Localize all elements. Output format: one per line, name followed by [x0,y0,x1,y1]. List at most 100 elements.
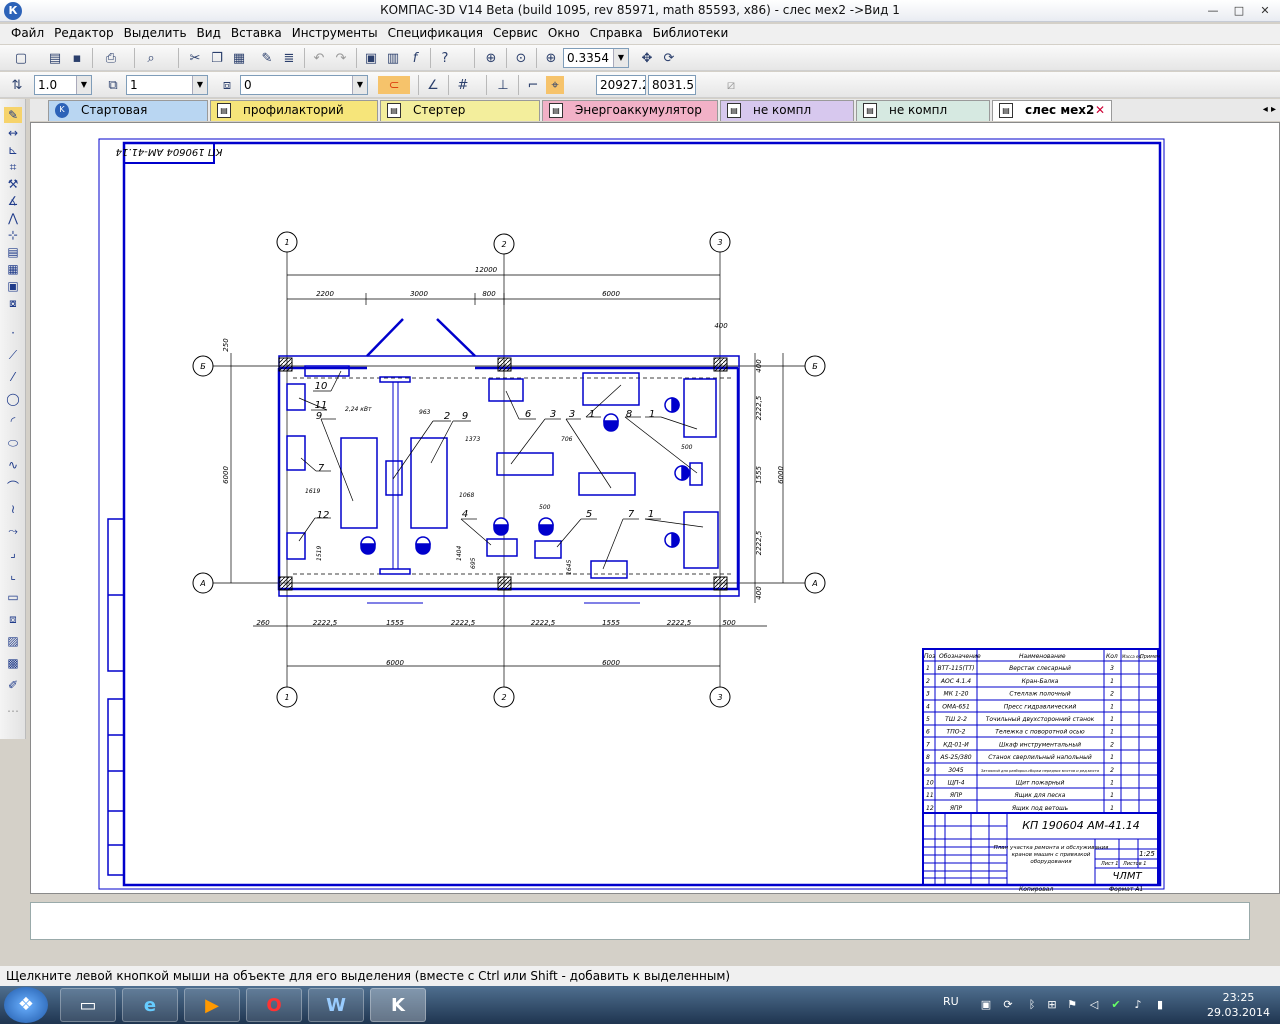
new-document-icon[interactable]: ▢ [12,49,30,67]
ie-icon[interactable]: e [122,988,178,1022]
line-style-icon[interactable]: ⇅ [8,76,26,94]
hatch-icon[interactable]: ▨ [4,633,22,649]
menu-view[interactable]: Вид [192,24,226,44]
step-icon[interactable]: ⧉ [104,76,122,94]
disabled-tool-icon[interactable]: ⧄ [722,76,740,94]
select-icon[interactable]: ⋀ [4,210,22,226]
cut-icon[interactable]: ✂ [186,49,204,67]
chevron-down-icon[interactable]: ▼ [76,76,91,94]
media-icon[interactable]: ▶ [184,988,240,1022]
tool-brush-icon[interactable]: ✐ [4,677,22,693]
save-icon[interactable]: ▪ [68,49,86,67]
menu-specification[interactable]: Спецификация [383,24,488,44]
geometry-icon[interactable]: ✎ [4,107,22,123]
undo-icon[interactable]: ↶ [310,49,328,67]
insert-icon[interactable]: ▦ [4,261,22,277]
language-indicator[interactable]: RU [943,995,959,1008]
menu-tools[interactable]: Инструменты [287,24,383,44]
symbols-icon[interactable]: ⊾ [4,142,22,158]
polyline-icon[interactable]: ∿ [4,457,22,473]
volume-icon[interactable]: ◁ [1087,998,1101,1012]
fragment-icon[interactable]: ▣ [4,278,22,294]
zoom-scale-combo[interactable]: 0.3354 ▼ [563,48,629,68]
clock[interactable]: 23:25 29.03.2014 [1207,990,1270,1020]
properties-brush-icon[interactable]: ✎ [258,49,276,67]
bezier-icon[interactable]: ⌒ [4,479,22,495]
refresh-icon[interactable]: ⟳ [660,49,678,67]
arc-icon[interactable]: ◜ [4,413,22,429]
zoom-all-icon[interactable]: ⊙ [512,49,530,67]
function-fx-icon[interactable]: f [406,49,424,67]
circle-icon[interactable]: ◯ [4,391,22,407]
spline-icon[interactable]: ≀ [4,501,22,517]
extra-tool-icon[interactable]: ⋯ [4,703,22,719]
grid-icon[interactable]: # [454,76,472,94]
chevron-down-icon[interactable]: ▼ [613,49,628,67]
print-preview-icon[interactable]: ⌕ [142,49,160,67]
tray-icon[interactable]: ⊞ [1045,998,1059,1012]
library-icon[interactable]: ▥ [384,49,402,67]
power-icon[interactable]: ▮ [1153,998,1167,1012]
spec-icon[interactable]: ⊹ [4,227,22,243]
line-scale-combo[interactable]: 1.0 ▼ [34,75,92,95]
maximize-button[interactable]: □ [1228,2,1250,19]
point-icon[interactable]: · [4,325,22,341]
chevron-down-icon[interactable]: ▼ [192,76,207,94]
tab-document[interactable]: ▤ Энергоаккумулятор СБ [542,100,718,136]
layer-combo[interactable]: 0 ▼ [240,75,368,95]
coord-y-field[interactable]: 8031.51 [648,75,696,95]
zoom-in-icon[interactable]: ⊕ [542,49,560,67]
ortho-mode-icon[interactable]: ⌐ [524,76,542,94]
contour-icon[interactable]: ⧈ [4,611,22,627]
tab-document[interactable]: ▤ Стертер технологич [380,100,540,136]
tray-app-icon[interactable]: ▣ [979,998,993,1012]
layers-icon[interactable]: ⧈ [218,76,236,94]
snap-magnet-icon[interactable]: ⊂ [378,76,410,94]
menu-edit[interactable]: Редактор [49,24,118,44]
measure-icon[interactable]: ∡ [4,193,22,209]
tab-start-page[interactable]: K Стартовая страница [48,100,208,136]
flag-icon[interactable]: ⚑ [1065,998,1079,1012]
view-icon[interactable]: ⧇ [4,295,22,311]
menu-select[interactable]: Выделить [119,24,192,44]
menu-insert[interactable]: Вставка [226,24,287,44]
paste-icon[interactable]: ▦ [230,49,248,67]
chamfer-icon[interactable]: ⌞ [4,567,22,583]
print-icon[interactable]: ⎙ [102,49,120,67]
orthogonal-icon[interactable]: ∠ [424,76,442,94]
parametrization-icon[interactable]: ⚒ [4,176,22,192]
report-icon[interactable]: ▤ [4,244,22,260]
menu-window[interactable]: Окно [543,24,585,44]
edit-icon[interactable]: ⌗ [4,159,22,175]
kompas-icon[interactable]: K [370,988,426,1022]
word-icon[interactable]: W [308,988,364,1022]
zoom-window-icon[interactable]: ⊕ [482,49,500,67]
menu-help[interactable]: Справка [585,24,648,44]
menu-file[interactable]: Файл [6,24,49,44]
aux-line-icon[interactable]: ⟋ [4,347,22,363]
pan-icon[interactable]: ✥ [638,49,656,67]
help-icon[interactable]: ? [436,49,454,67]
step-combo[interactable]: 1 ▼ [126,75,208,95]
copy-icon[interactable]: ❐ [208,49,226,67]
opera-icon[interactable]: O [246,988,302,1022]
explorer-icon[interactable]: ▭ [60,988,116,1022]
fillet-icon[interactable]: ⌟ [4,545,22,561]
speaker-icon[interactable]: ♪ [1131,998,1145,1012]
rectangle-icon[interactable]: ▭ [4,589,22,605]
local-cs-icon[interactable]: ⊥ [494,76,512,94]
tab-document[interactable]: ▤ профилакторий камаз [210,100,378,136]
tab-document[interactable]: ▤ не компл гараж [720,100,854,136]
minimize-button[interactable]: — [1202,2,1224,19]
tab-document[interactable]: ▤ не компл гараж [856,100,990,136]
chevron-down-icon[interactable]: ▼ [352,76,367,94]
sync-icon[interactable]: ⟳ [1001,998,1015,1012]
drawing-canvas[interactable]: КП 190604 АМ-41.14 1 2 3 1 2 3 Б А Б А 1… [30,122,1280,894]
tab-scroll-arrows[interactable]: ◂ ▸ [1263,104,1276,115]
redo-icon[interactable]: ↷ [332,49,350,67]
nurbs-icon[interactable]: ⤳ [4,523,22,539]
tab-active-document[interactable]: ▤ слес мех2 ✕ [992,100,1112,121]
coord-x-field[interactable]: 20927.28 [596,75,646,95]
close-tab-icon[interactable]: ✕ [1095,101,1105,120]
ellipse-icon[interactable]: ⬭ [4,435,22,451]
